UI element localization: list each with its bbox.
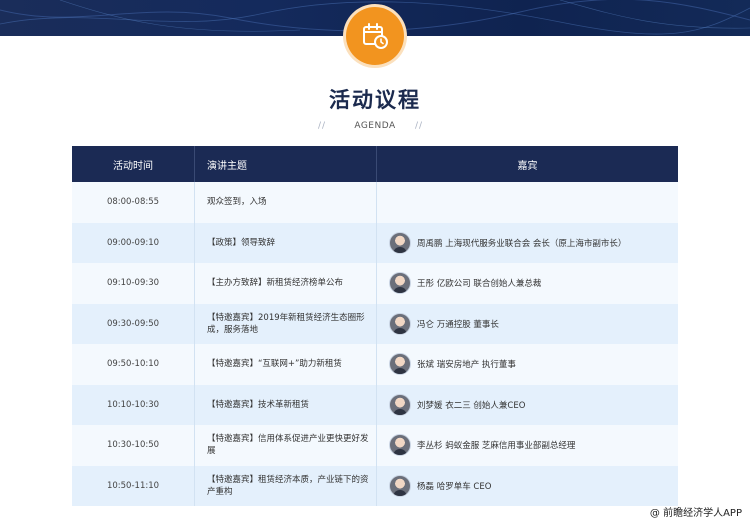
column-header-topic: 演讲主题 [194, 146, 376, 182]
row-time: 10:10-10:30 [106, 399, 160, 410]
row-guest: 张斌 瑞安房地产 执行董事 [417, 360, 516, 371]
row-time: 10:30-10:50 [106, 440, 160, 451]
avatar [389, 393, 411, 416]
row-topic: 【特邀嘉宾】2019年新租赁经济生态圈形成，服务落地 [194, 303, 376, 344]
row-time: 09:10-09:30 [106, 278, 160, 289]
row-guest-cell: 王彤 亿欧公司 联合创始人兼总裁 [376, 263, 678, 304]
row-guest-cell: 杨磊 哈罗单车 CEO [376, 465, 678, 506]
page-title: 活动议程 [329, 88, 421, 112]
avatar [389, 312, 411, 335]
avatar [389, 474, 411, 497]
source-watermark: @ 前瞻经济学人APP [649, 508, 742, 519]
row-guest-cell: 冯仑 万通控股 董事长 [376, 303, 678, 344]
row-topic: 【政策】领导致辞 [194, 222, 376, 263]
row-topic: 【特邀嘉宾】租赁经济本质，产业链下的资产重构 [194, 465, 376, 506]
avatar [389, 272, 411, 295]
table-row: 08:00-08:55 观众签到，入场 [72, 182, 678, 223]
row-topic: 【特邀嘉宾】技术革新租赁 [194, 384, 376, 425]
subtitle-decoration-right: // [415, 121, 424, 131]
row-guest: 李丛杉 蚂蚁金服 芝麻信用事业部副总经理 [417, 441, 576, 452]
row-guest-cell: 刘梦媛 衣二三 创始人兼CEO [376, 384, 678, 425]
row-guest: 刘梦媛 衣二三 创始人兼CEO [417, 400, 526, 411]
row-topic: 【特邀嘉宾】信用体系促进产业更快更好发展 [194, 425, 376, 466]
row-time: 09:50-10:10 [106, 359, 160, 370]
column-header-guest: 嘉宾 [376, 146, 678, 182]
table-row: 09:00-09:10 【政策】领导致辞 周禹鹏 上海现代服务业联合会 会长（原… [72, 222, 678, 263]
table-row: 10:10-10:30 【特邀嘉宾】技术革新租赁 刘梦媛 衣二三 创始人兼CEO [72, 384, 678, 425]
row-guest-cell: 周禹鹏 上海现代服务业联合会 会长（原上海市副市长） [376, 222, 678, 263]
row-guest-cell: 李丛杉 蚂蚁金服 芝麻信用事业部副总经理 [376, 425, 678, 466]
page-subtitle: AGENDA [354, 121, 396, 131]
row-guest: 冯仑 万通控股 董事长 [417, 319, 499, 330]
avatar [389, 353, 411, 376]
row-guest-cell: 张斌 瑞安房地产 执行董事 [376, 344, 678, 385]
calendar-badge [346, 7, 404, 65]
row-guest: 周禹鹏 上海现代服务业联合会 会长（原上海市副市长） [417, 238, 627, 249]
calendar-clock-icon [363, 23, 388, 49]
row-time: 10:50-11:10 [106, 480, 160, 491]
row-topic: 【特邀嘉宾】“互联网+”助力新租赁 [194, 344, 376, 385]
row-guest: 杨磊 哈罗单车 CEO [417, 481, 492, 492]
table-row: 09:50-10:10 【特邀嘉宾】“互联网+”助力新租赁 张斌 瑞安房地产 执… [72, 344, 678, 385]
table-row: 09:10-09:30 【主办方致辞】新租赁经济榜单公布 王彤 亿欧公司 联合创… [72, 263, 678, 304]
table-row: 10:50-11:10 【特邀嘉宾】租赁经济本质，产业链下的资产重构 杨磊 哈罗… [72, 465, 678, 506]
row-guest-cell [376, 182, 678, 223]
avatar [389, 434, 411, 457]
row-time: 09:00-09:10 [106, 237, 160, 248]
row-topic: 观众签到，入场 [194, 182, 376, 223]
row-time: 08:00-08:55 [106, 197, 160, 208]
agenda-table-header: 活动时间 演讲主题 嘉宾 [72, 146, 678, 182]
column-header-time: 活动时间 [113, 160, 153, 172]
table-row: 10:30-10:50 【特邀嘉宾】信用体系促进产业更快更好发展 李丛杉 蚂蚁金… [72, 425, 678, 466]
table-row: 09:30-09:50 【特邀嘉宾】2019年新租赁经济生态圈形成，服务落地 冯… [72, 303, 678, 344]
agenda-table: 活动时间 演讲主题 嘉宾 08:00-08:55 观众签到，入场 09:00-0… [72, 146, 678, 506]
avatar [389, 231, 411, 254]
row-guest: 王彤 亿欧公司 联合创始人兼总裁 [417, 279, 542, 290]
row-topic: 【主办方致辞】新租赁经济榜单公布 [194, 263, 376, 304]
row-time: 09:30-09:50 [106, 318, 160, 329]
